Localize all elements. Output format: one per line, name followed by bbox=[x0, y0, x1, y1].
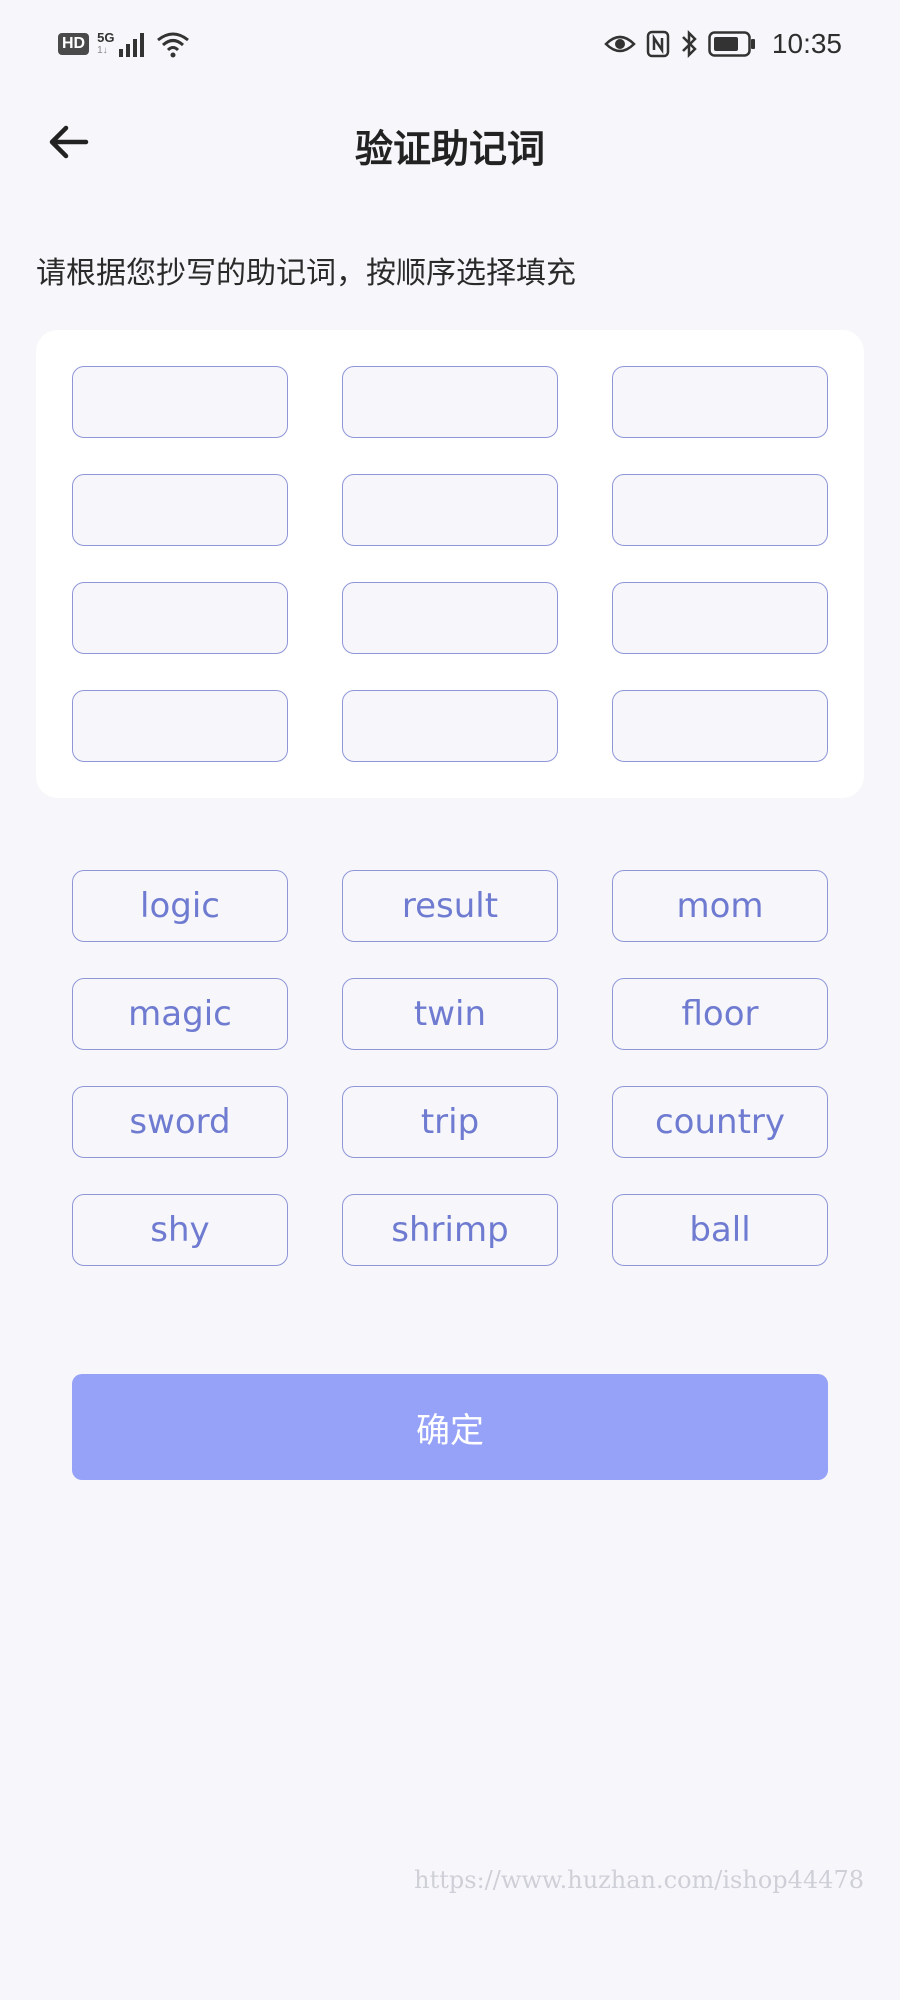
mnemonic-slot-9[interactable] bbox=[612, 582, 828, 654]
mnemonic-slot-card bbox=[36, 330, 864, 798]
bluetooth-icon bbox=[682, 29, 697, 59]
signal-icon bbox=[119, 33, 145, 57]
page-title: 验证助记词 bbox=[354, 127, 545, 171]
instruction-text: 请根据您抄写的助记词，按顺序选择填充 bbox=[36, 256, 576, 291]
mnemonic-slot-3[interactable] bbox=[612, 366, 828, 438]
nfc-icon bbox=[646, 30, 670, 58]
mnemonic-slot-8[interactable] bbox=[342, 582, 558, 654]
battery-icon bbox=[708, 31, 755, 57]
word-option-result[interactable]: result bbox=[342, 870, 558, 942]
status-time: 10:35 bbox=[771, 28, 842, 59]
header: 验证助记词 bbox=[0, 100, 900, 184]
watermark: https://www.huzhan.com/ishop44478 bbox=[414, 1866, 864, 1894]
mnemonic-slot-12[interactable] bbox=[612, 690, 828, 762]
word-option-shrimp[interactable]: shrimp bbox=[342, 1194, 558, 1266]
word-option-sword[interactable]: sword bbox=[72, 1086, 288, 1158]
word-option-floor[interactable]: floor bbox=[612, 978, 828, 1050]
mnemonic-slot-1[interactable] bbox=[72, 366, 288, 438]
hd-badge: HD bbox=[58, 33, 90, 55]
mnemonic-slot-11[interactable] bbox=[342, 690, 558, 762]
word-option-trip[interactable]: trip bbox=[342, 1086, 558, 1158]
network-type: 5G bbox=[97, 30, 115, 45]
word-option-grid: logic result mom magic twin floor sword … bbox=[72, 870, 828, 1266]
network-indicator: 5G 1↓ bbox=[97, 31, 148, 57]
mnemonic-slot-4[interactable] bbox=[72, 474, 288, 546]
network-sub: 1↓ bbox=[97, 45, 108, 56]
status-right: 10:35 bbox=[604, 22, 842, 66]
status-left: HD 5G 1↓ bbox=[58, 26, 190, 62]
wifi-icon bbox=[157, 32, 190, 58]
confirm-button[interactable]: 确定 bbox=[72, 1374, 828, 1480]
mnemonic-slot-10[interactable] bbox=[72, 690, 288, 762]
word-option-logic[interactable]: logic bbox=[72, 870, 288, 942]
mnemonic-slot-7[interactable] bbox=[72, 582, 288, 654]
mnemonic-slot-2[interactable] bbox=[342, 366, 558, 438]
mnemonic-slot-5[interactable] bbox=[342, 474, 558, 546]
word-option-mom[interactable]: mom bbox=[612, 870, 828, 942]
mnemonic-slot-6[interactable] bbox=[612, 474, 828, 546]
eye-icon bbox=[604, 35, 636, 53]
status-bar: HD 5G 1↓ 10:35 bbox=[0, 0, 900, 88]
word-option-ball[interactable]: ball bbox=[612, 1194, 828, 1266]
word-option-magic[interactable]: magic bbox=[72, 978, 288, 1050]
word-option-country[interactable]: country bbox=[612, 1086, 828, 1158]
word-option-twin[interactable]: twin bbox=[342, 978, 558, 1050]
word-option-shy[interactable]: shy bbox=[72, 1194, 288, 1266]
mnemonic-slot-grid bbox=[72, 366, 828, 762]
